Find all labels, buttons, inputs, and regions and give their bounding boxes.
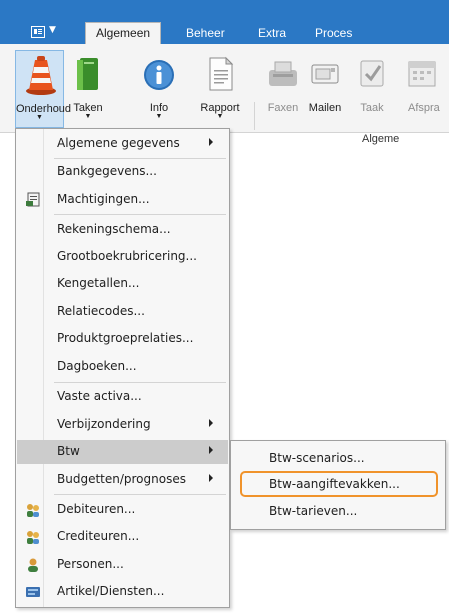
menu-item-btw[interactable]: Btw — [17, 440, 228, 464]
onderhoud-button[interactable]: Onderhoud ▼ — [15, 50, 71, 128]
menu-item-label: Vaste activa... — [57, 389, 142, 403]
menu-item-label: Artikel/Diensten... — [57, 584, 165, 598]
taak-button[interactable]: Taak — [355, 50, 389, 128]
info-button[interactable]: Info ▼ — [140, 50, 178, 128]
rapport-button[interactable]: Rapport ▼ — [195, 50, 245, 128]
faxen-button[interactable]: Faxen — [265, 50, 301, 128]
articles-icon — [26, 587, 40, 597]
submenu-arrow-icon — [209, 446, 213, 454]
menu-item-label: Kengetallen... — [57, 276, 140, 290]
authorization-icon — [26, 192, 40, 207]
onderhoud-menu: Algemene gegevens Bankgegevens... Machti… — [15, 128, 230, 608]
chevron-down-icon: ▼ — [216, 113, 224, 120]
calendar-icon — [408, 61, 436, 87]
menu-item-artikel-diensten[interactable]: Artikel/Diensten... — [17, 580, 228, 604]
mailen-label: Mailen — [308, 102, 342, 114]
menu-item-algemene-gegevens[interactable]: Algemene gegevens — [17, 132, 228, 156]
person-icon — [28, 558, 38, 572]
checklist-icon — [360, 60, 384, 87]
ribbon-group-label: Algeme — [362, 133, 400, 145]
tab-algemeen[interactable]: Algemeen — [85, 22, 162, 44]
ribbon-panel: Onderhoud ▼ Taken ▼ Info ▼ Rapport ▼ Fax… — [0, 44, 449, 133]
menu-separator — [54, 382, 226, 383]
menu-item-label: Relatiecodes... — [57, 304, 145, 318]
menu-separator — [54, 158, 226, 159]
info-icon — [144, 60, 174, 90]
menu-item-crediteuren[interactable]: Crediteuren... — [17, 525, 228, 549]
menu-item-label: Dagboeken... — [57, 359, 137, 373]
submenu-arrow-icon — [209, 474, 213, 482]
mailen-button[interactable]: Mailen — [306, 50, 344, 128]
submenu-arrow-icon — [209, 419, 213, 427]
document-icon — [209, 56, 234, 91]
menu-item-label: Verbijzondering — [57, 417, 151, 431]
submenu-item-label: Btw-aangiftevakken... — [269, 477, 400, 491]
afspraak-button[interactable]: Afspra — [394, 50, 449, 128]
creditors-icon — [27, 531, 39, 544]
menu-separator — [54, 494, 226, 495]
menu-item-label: Debiteuren... — [57, 502, 136, 516]
submenu-item-label: Btw-scenarios... — [269, 451, 365, 465]
menu-item-bankgegevens[interactable]: Bankgegevens... — [17, 160, 228, 184]
submenu-item-label: Btw-tarieven... — [269, 504, 358, 518]
submenu-item-btw-tarieven[interactable]: Btw-tarieven... — [231, 500, 445, 524]
btw-submenu: Btw-scenarios... Btw-aangiftevakken... B… — [230, 440, 446, 530]
menu-item-label: Btw — [57, 444, 80, 458]
menu-item-kengetallen[interactable]: Kengetallen... — [17, 272, 228, 296]
tab-proces[interactable]: Proces — [315, 26, 352, 40]
menu-item-label: Crediteuren... — [57, 529, 140, 543]
chevron-down-icon: ▼ — [84, 113, 92, 120]
chevron-down-icon: ▼ — [49, 25, 56, 35]
menu-item-machtigingen[interactable]: Machtigingen... — [17, 188, 228, 212]
tab-extra[interactable]: Extra — [258, 26, 286, 40]
taken-button[interactable]: Taken ▼ — [66, 50, 110, 128]
menu-item-dagboeken[interactable]: Dagboeken... — [17, 355, 228, 379]
menu-item-rekeningschema[interactable]: Rekeningschema... — [17, 218, 228, 242]
menu-item-label: Machtigingen... — [57, 192, 150, 206]
menu-item-label: Rekeningschema... — [57, 222, 171, 236]
application-menu-button[interactable]: ▼ — [19, 21, 69, 43]
menu-item-label: Bankgegevens... — [57, 164, 157, 178]
submenu-arrow-icon — [209, 138, 213, 146]
traffic-cone-icon — [26, 56, 56, 95]
ribbon-tab-strip: ▼ Algemeen Beheer Extra Proces — [0, 0, 449, 44]
menu-item-debiteuren[interactable]: Debiteuren... — [17, 498, 228, 522]
menu-item-label: Personen... — [57, 557, 124, 571]
menu-item-personen[interactable]: Personen... — [17, 553, 228, 577]
application-menu-icon — [31, 26, 45, 38]
chevron-down-icon: ▼ — [36, 114, 43, 121]
menu-item-vaste-activa[interactable]: Vaste activa... — [17, 385, 228, 409]
mail-icon — [311, 64, 339, 84]
menu-item-relatiecodes[interactable]: Relatiecodes... — [17, 300, 228, 324]
menu-item-verbijzondering[interactable]: Verbijzondering — [17, 413, 228, 437]
debtors-icon — [27, 504, 39, 517]
faxen-label: Faxen — [267, 102, 299, 114]
menu-item-grootboekrubricering[interactable]: Grootboekrubricering... — [17, 245, 228, 269]
afspraak-label: Afspra — [408, 102, 440, 114]
ribbon-group-separator — [254, 102, 255, 130]
submenu-item-btw-aangiftevakken[interactable]: Btw-aangiftevakken... — [231, 471, 445, 497]
menu-item-budgetten-prognoses[interactable]: Budgetten/prognoses — [17, 468, 228, 492]
submenu-item-btw-scenarios[interactable]: Btw-scenarios... — [231, 447, 445, 471]
tab-beheer[interactable]: Beheer — [186, 26, 225, 40]
menu-item-label: Algemene gegevens — [57, 136, 180, 150]
menu-separator — [54, 214, 226, 215]
book-icon — [77, 58, 98, 90]
menu-item-label: Budgetten/prognoses — [57, 472, 186, 486]
taak-label: Taak — [360, 102, 384, 114]
fax-icon — [269, 61, 297, 86]
menu-item-label: Produktgroeprelaties... — [57, 331, 194, 345]
menu-item-produktgroeprelaties[interactable]: Produktgroeprelaties... — [17, 327, 228, 351]
menu-item-label: Grootboekrubricering... — [57, 249, 197, 263]
chevron-down-icon: ▼ — [155, 113, 163, 120]
